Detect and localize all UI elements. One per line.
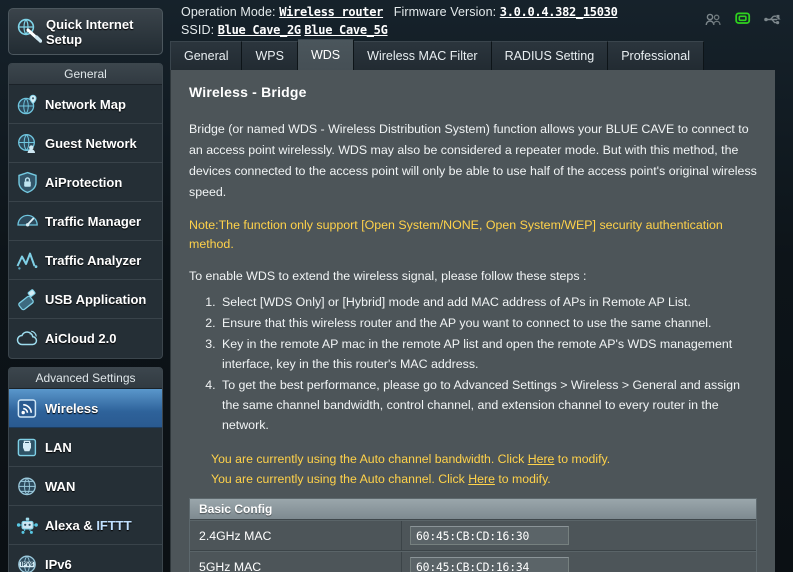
cloud-icon — [16, 327, 42, 350]
tab-wps[interactable]: WPS — [242, 41, 298, 70]
step-item: Key in the remote AP mac in the remote A… — [219, 334, 757, 374]
description-paragraph: Bridge (or named WDS - Wireless Distribu… — [189, 122, 757, 199]
main-content-panel: Wireless - Bridge Bridge (or named WDS -… — [170, 70, 775, 572]
steps-list: Select [WDS Only] or [Hybrid] mode and a… — [219, 292, 757, 435]
sidebar-item-label: Guest Network — [45, 135, 137, 151]
sidebar-item-aicloud[interactable]: AiCloud 2.0 — [9, 319, 162, 358]
tab-professional[interactable]: Professional — [608, 41, 704, 70]
sidebar-item-alexa-ifttt[interactable]: Alexa & IFTTT — [9, 506, 162, 545]
basic-config-table: Basic Config 2.4GHz MAC 5GHz MAC Band — [189, 498, 757, 572]
channel-hint: You are currently using the Auto channel… — [189, 469, 757, 489]
sidebar-item-network-map[interactable]: Network Map — [9, 85, 162, 124]
sidebar-item-label: IPv6 — [45, 557, 72, 572]
sidebar-item-label: USB Application — [45, 291, 147, 307]
step-item: Ensure that this wireless router and the… — [219, 313, 757, 333]
hint-suffix: to modify. — [494, 472, 551, 486]
globe-icon — [16, 475, 42, 498]
operation-mode-value[interactable]: Wireless router — [279, 5, 383, 19]
row-label: 5GHz MAC — [190, 552, 402, 572]
sidebar-item-label: Traffic Analyzer — [45, 252, 142, 268]
row-value — [402, 557, 569, 572]
channel-bandwidth-here-link[interactable]: Here — [528, 452, 555, 466]
sidebar: Quick Internet Setup General Network Map — [8, 8, 163, 572]
network-monitor-icon[interactable] — [735, 12, 751, 26]
step-item: Select [WDS Only] or [Hybrid] mode and a… — [219, 292, 757, 312]
general-menu-block: General Network Map Guest Network AiProt… — [8, 63, 163, 359]
guest-network-icon — [16, 132, 42, 155]
step-item: To get the best performance, please go t… — [219, 375, 757, 435]
tab-wds[interactable]: WDS — [297, 39, 355, 70]
tab-general[interactable]: General — [170, 41, 243, 70]
hint-prefix: You are currently using the Auto channel… — [211, 452, 528, 466]
ssid-line: SSID: Blue Cave_2G Blue Cave_5G — [178, 21, 793, 39]
sidebar-item-label: AiCloud 2.0 — [45, 331, 117, 346]
row-label: 2.4GHz MAC — [190, 521, 402, 550]
table-row: 2.4GHz MAC — [190, 520, 756, 551]
sidebar-item-wireless[interactable]: Wireless — [9, 389, 162, 428]
operation-mode-line: Operation Mode: Wireless router Firmware… — [178, 0, 793, 21]
svg-text:IPV6: IPV6 — [21, 562, 34, 568]
operation-mode-label: Operation Mode: — [181, 5, 276, 19]
quick-setup-icon — [15, 16, 43, 48]
sidebar-item-label: Wireless — [45, 400, 99, 416]
hint-prefix: You are currently using the Auto channel… — [211, 472, 469, 486]
sidebar-item-guest-network[interactable]: Guest Network — [9, 124, 162, 163]
ssid-2g-value[interactable]: Blue Cave_2G — [218, 23, 301, 37]
sidebar-item-label: Traffic Manager — [45, 213, 142, 229]
firmware-value[interactable]: 3.0.0.4.382_15030 — [500, 5, 618, 19]
usb-icon[interactable] — [764, 13, 781, 26]
hint-suffix: to modify. — [554, 452, 611, 466]
ipv6-icon: IPV6 — [16, 553, 42, 572]
table-row: 5GHz MAC — [190, 551, 756, 572]
sidebar-item-ipv6[interactable]: IPV6 IPv6 — [9, 545, 162, 572]
router-admin-page: Operation Mode: Wireless router Firmware… — [0, 0, 793, 572]
clients-icon[interactable] — [705, 13, 722, 26]
ifttt-label-accent: IFTTT — [96, 517, 132, 533]
shield-lock-icon — [16, 171, 42, 194]
page-header: Operation Mode: Wireless router Firmware… — [178, 0, 793, 38]
network-map-icon — [16, 93, 42, 116]
tab-wireless-mac-filter[interactable]: Wireless MAC Filter — [354, 41, 492, 70]
sidebar-item-label: LAN — [45, 439, 72, 455]
alexa-label-prefix: Alexa & — [45, 517, 97, 533]
channel-here-link[interactable]: Here — [468, 472, 495, 486]
usb-app-icon — [16, 288, 42, 311]
sidebar-item-label: AiProtection — [45, 174, 123, 190]
quick-internet-setup-button[interactable]: Quick Internet Setup — [8, 8, 163, 55]
sidebar-item-usb-application[interactable]: USB Application — [9, 280, 162, 319]
firmware-label: Firmware Version: — [393, 5, 497, 19]
sidebar-item-aiprotection[interactable]: AiProtection — [9, 163, 162, 202]
header-icon-group — [705, 12, 781, 26]
wireless-tab-bar: General WPS WDS Wireless MAC Filter RADI… — [170, 39, 793, 70]
sidebar-item-label: Alexa & IFTTT — [45, 518, 132, 533]
sidebar-item-lan[interactable]: LAN — [9, 428, 162, 467]
sidebar-item-wan[interactable]: WAN — [9, 467, 162, 506]
channel-bandwidth-hint: You are currently using the Auto channel… — [189, 449, 757, 469]
advanced-menu-title: Advanced Settings — [9, 368, 162, 389]
page-title: Wireless - Bridge — [189, 84, 307, 100]
ssid-label: SSID: — [181, 23, 215, 37]
general-menu-title: General — [9, 64, 162, 85]
row-value — [402, 526, 569, 545]
sidebar-item-label: Network Map — [45, 96, 126, 112]
ssid-5g-value[interactable]: Blue Cave_5G — [304, 23, 387, 37]
advanced-menu-block: Advanced Settings Wireless LAN WAN Alexa… — [8, 367, 163, 572]
security-note: Note:The function only support [Open Sys… — [189, 218, 723, 251]
gauge-icon — [16, 210, 42, 233]
sidebar-item-traffic-analyzer[interactable]: Traffic Analyzer — [9, 241, 162, 280]
alexa-ifttt-icon — [16, 514, 42, 537]
tab-radius-setting[interactable]: RADIUS Setting — [491, 41, 609, 70]
analytics-icon — [16, 249, 42, 272]
mac-5ghz-input[interactable] — [410, 557, 569, 572]
basic-config-title: Basic Config — [190, 499, 756, 520]
wireless-signal-icon — [16, 397, 42, 420]
steps-intro: To enable WDS to extend the wireless sig… — [189, 269, 587, 283]
lan-port-icon — [16, 436, 42, 459]
sidebar-item-traffic-manager[interactable]: Traffic Manager — [9, 202, 162, 241]
mac-24ghz-input[interactable] — [410, 526, 569, 545]
quick-internet-setup-label: Quick Internet Setup — [46, 16, 134, 47]
sidebar-item-label: WAN — [45, 478, 76, 494]
